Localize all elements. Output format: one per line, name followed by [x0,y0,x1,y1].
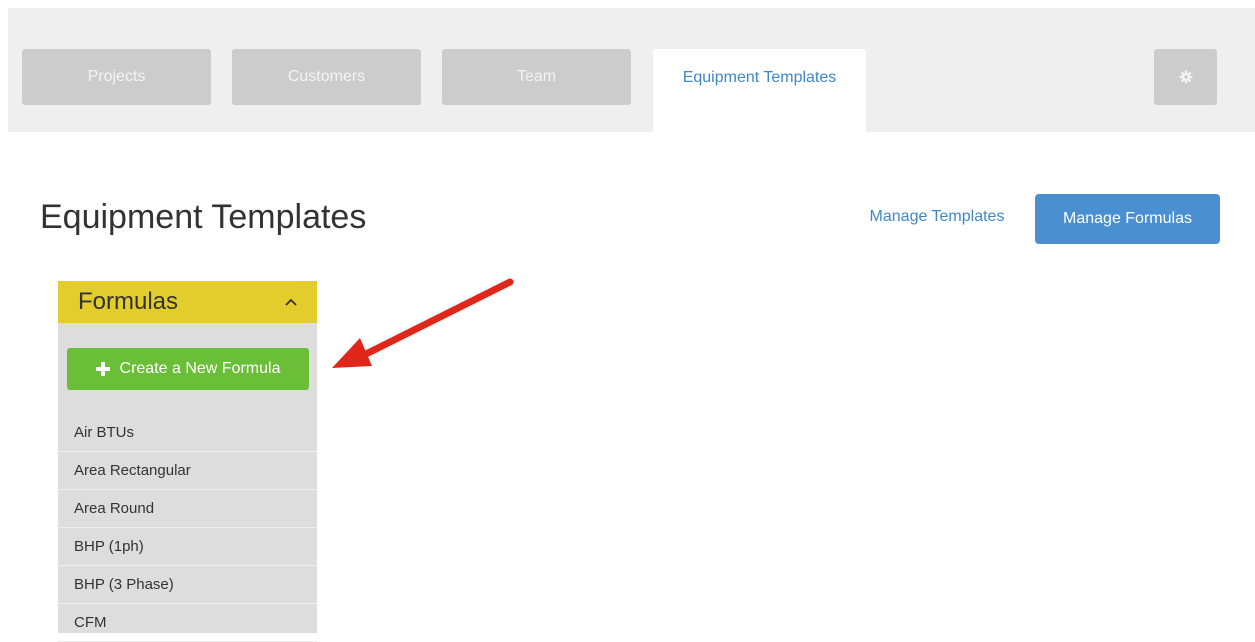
formulas-panel-header[interactable]: Formulas [58,281,317,323]
list-item[interactable]: BHP (3 Phase) [58,566,317,604]
tab-customers[interactable]: Customers [232,49,421,105]
formula-list: Air BTUs Area Rectangular Area Round BHP… [58,414,317,642]
formulas-panel-title: Formulas [78,288,179,315]
list-item[interactable]: Area Round [58,490,317,528]
manage-templates-link[interactable]: Manage Templates [848,208,1026,232]
top-navigation-bar: Projects Customers Team Equipment Templa… [8,8,1255,133]
formulas-panel: Formulas Create a New Formula Air BTUs A… [58,281,317,642]
settings-button[interactable] [1154,49,1217,105]
tab-team-label: Team [516,68,557,85]
tab-projects-label: Projects [87,68,146,85]
tab-projects[interactable]: Projects [22,49,211,105]
tab-team[interactable]: Team [442,49,631,105]
chevron-up-icon[interactable] [285,298,297,306]
list-item[interactable]: Area Rectangular [58,452,317,490]
page-title: Equipment Templates [40,198,367,236]
list-item[interactable]: BHP (1ph) [58,528,317,566]
manage-formulas-label: Manage Formulas [1063,210,1192,227]
tab-equipment-templates[interactable]: Equipment Templates [653,49,866,133]
manage-formulas-button[interactable]: Manage Formulas [1035,194,1220,244]
create-new-formula-button[interactable]: Create a New Formula [67,348,309,390]
tab-equipment-templates-label: Equipment Templates [682,69,837,86]
list-item[interactable]: CFM [58,604,317,642]
plus-icon [95,362,110,376]
gear-icon [1179,70,1192,84]
annotation-arrow [332,278,514,368]
create-new-formula-label: Create a New Formula [119,360,281,377]
tab-customers-label: Customers [287,68,366,85]
list-item[interactable]: Air BTUs [58,414,317,452]
